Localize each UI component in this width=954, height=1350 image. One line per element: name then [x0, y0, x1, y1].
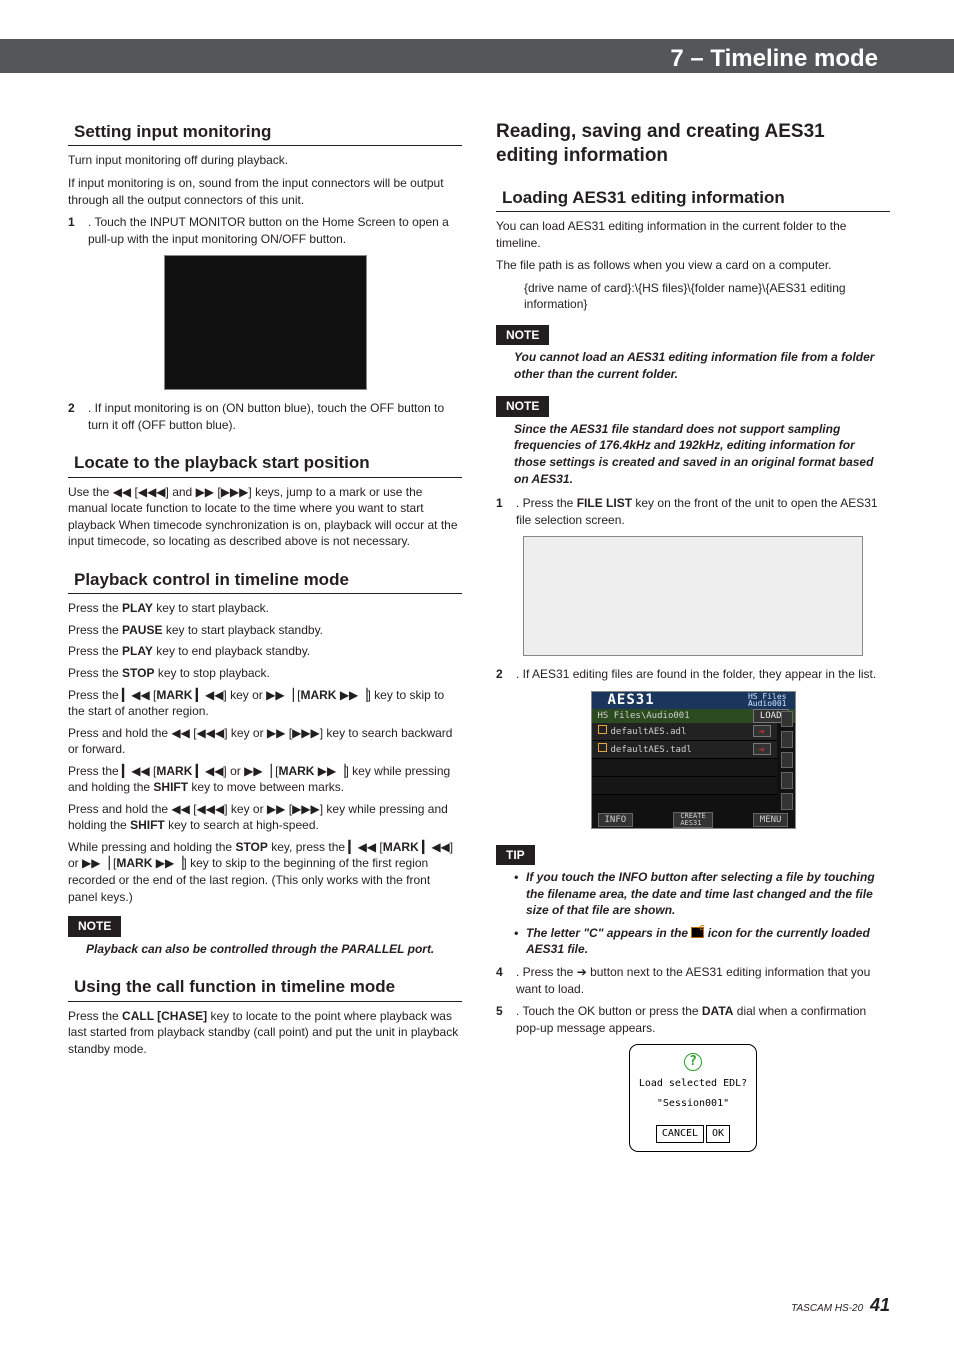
text: Press the ▎◀◀ [MARK ▎◀◀] or ▶▶▕ [MARK ▶▶… — [68, 763, 462, 796]
ok-button[interactable]: OK — [706, 1125, 730, 1143]
file-c-icon — [691, 927, 704, 938]
step-text: . Press the ➔ button next to the AES31 e… — [516, 965, 870, 996]
step-number: 1 — [496, 495, 503, 512]
text: Press and hold the ◀◀ [◀◀◀] key or ▶▶ [▶… — [68, 801, 462, 834]
tip-tag: TIP — [496, 845, 535, 866]
page-number: 41 — [870, 1295, 890, 1315]
step-text: . Touch the OK button or press the DATA … — [516, 1004, 866, 1035]
step-number: 4 — [496, 964, 503, 981]
step-number: 5 — [496, 1003, 503, 1020]
file-path: {drive name of card}:\{HS files}\{folder… — [524, 280, 890, 313]
header-banner: 7 – Timeline mode — [0, 39, 954, 73]
step-2: 2 . If input monitoring is on (ON button… — [68, 400, 462, 433]
figure-home-screen — [164, 255, 367, 390]
t: Use the — [68, 485, 113, 499]
figure-confirm-popup: ? Load selected EDL? "Session001" CANCEL… — [629, 1044, 757, 1152]
page-content: Setting input monitoring Turn input moni… — [68, 120, 890, 1162]
step-1: 1 . Press the FILE LIST key on the front… — [496, 495, 890, 528]
menu-button[interactable]: MENU — [753, 813, 789, 827]
right-column: Reading, saving and creating AES31 editi… — [496, 120, 890, 1162]
create-aes31-button[interactable]: CREATE AES31 — [673, 812, 712, 828]
file-row[interactable]: defaultAES.tadl ➔ — [592, 741, 777, 759]
step-1: 1 . Touch the INPUT MONITOR button on th… — [68, 214, 462, 247]
aes31-title: AES31 — [608, 691, 655, 710]
step-4: 4 . Press the ➔ button next to the AES31… — [496, 964, 890, 997]
text: Press the PLAY key to end playback stand… — [68, 643, 462, 660]
note-tag: NOTE — [68, 916, 121, 937]
ff3-icon: ▶▶▶ — [221, 485, 249, 499]
text: Press the CALL [CHASE] key to locate to … — [68, 1008, 462, 1058]
file-icon — [598, 725, 607, 734]
note-body: Playback can also be controlled through … — [86, 941, 462, 958]
step-5: 5 . Touch the OK button or press the DAT… — [496, 1003, 890, 1036]
heading-playback-control: Playback control in timeline mode — [68, 568, 462, 594]
step-text: . Touch the INPUT MONITOR button on the … — [88, 215, 449, 246]
text: Use the ◀◀ [◀◀◀] and ▶▶ [▶▶▶] keys, jump… — [68, 484, 462, 550]
note-tag: NOTE — [496, 396, 549, 417]
info-button[interactable]: INFO — [598, 813, 634, 827]
scroll-buttons[interactable] — [779, 709, 795, 812]
tip-item: If you touch the INFO button after selec… — [514, 869, 890, 919]
file-row-empty — [592, 759, 777, 777]
step-number: 2 — [496, 666, 503, 683]
note-body: Since the AES31 file standard does not s… — [514, 421, 890, 487]
heading-call: Using the call function in timeline mode — [68, 975, 462, 1001]
cancel-button[interactable]: CANCEL — [656, 1125, 704, 1143]
step-number: 2 — [68, 400, 75, 417]
popup-line2: "Session001" — [630, 1097, 756, 1111]
figure-device-front — [523, 536, 863, 656]
note-body: You cannot load an AES31 editing informa… — [514, 349, 890, 382]
heading-loading-aes31: Loading AES31 editing information — [496, 186, 890, 212]
popup-line1: Load selected EDL? — [630, 1077, 756, 1091]
question-icon: ? — [684, 1053, 702, 1071]
file-icon — [598, 743, 607, 752]
step-text: . If input monitoring is on (ON button b… — [88, 401, 444, 432]
footer-label: TASCAM HS-20 — [791, 1303, 863, 1314]
file-row-empty — [592, 777, 777, 795]
text: Press the PLAY key to start playback. — [68, 600, 462, 617]
text: If input monitoring is on, sound from th… — [68, 175, 462, 208]
step-text: . If AES31 editing files are found in th… — [516, 667, 876, 681]
text: The file path is as follows when you vie… — [496, 257, 890, 274]
text: Press the PAUSE key to start playback st… — [68, 622, 462, 639]
text: You can load AES31 editing information i… — [496, 218, 890, 251]
file-name: defaultAES.tadl — [611, 745, 692, 755]
file-row[interactable]: defaultAES.adl ➔ — [592, 723, 777, 741]
step-2: 2 . If AES31 editing files are found in … — [496, 666, 890, 683]
page-footer: TASCAM HS-20 41 — [791, 1293, 890, 1318]
load-arrow-button[interactable]: ➔ — [753, 725, 771, 737]
step-text: . Press the FILE LIST key on the front o… — [516, 496, 878, 527]
tip-item: The letter "C" appears in the icon for t… — [514, 925, 890, 958]
mnext-icon: ▶▶▕ — [266, 688, 294, 702]
heading-aes31-major: Reading, saving and creating AES31 editi… — [496, 120, 890, 168]
text: Press and hold the ◀◀ [◀◀◀] key or ▶▶ [▶… — [68, 725, 462, 758]
aes31-subtitle: HS FilesAudio001 — [748, 693, 787, 708]
rew3-icon: ◀◀◀ — [138, 485, 166, 499]
aes31-breadcrumb: HS Files\Audio001 — [598, 710, 690, 722]
heading-locate: Locate to the playback start position — [68, 451, 462, 477]
load-arrow-button[interactable]: ➔ — [753, 743, 771, 755]
left-column: Setting input monitoring Turn input moni… — [68, 120, 462, 1162]
text: Press the ▎◀◀ [MARK ▎◀◀] key or ▶▶▕ [MAR… — [68, 687, 462, 720]
step-number: 1 — [68, 214, 75, 231]
heading-input-monitoring: Setting input monitoring — [68, 120, 462, 146]
text: While pressing and holding the STOP key,… — [68, 839, 462, 905]
ff-icon: ▶▶ — [196, 485, 214, 499]
text: Press the STOP key to stop playback. — [68, 665, 462, 682]
mprev-icon: ▎◀◀ — [122, 688, 150, 702]
chapter-title: 7 – Timeline mode — [670, 42, 878, 75]
figure-aes31-screen: AES31 HS FilesAudio001 HS Files\Audio001… — [591, 691, 796, 829]
file-name: defaultAES.adl — [611, 727, 687, 737]
text: Turn input monitoring off during playbac… — [68, 152, 462, 169]
note-tag: NOTE — [496, 325, 549, 346]
rew-icon: ◀◀ — [113, 485, 131, 499]
